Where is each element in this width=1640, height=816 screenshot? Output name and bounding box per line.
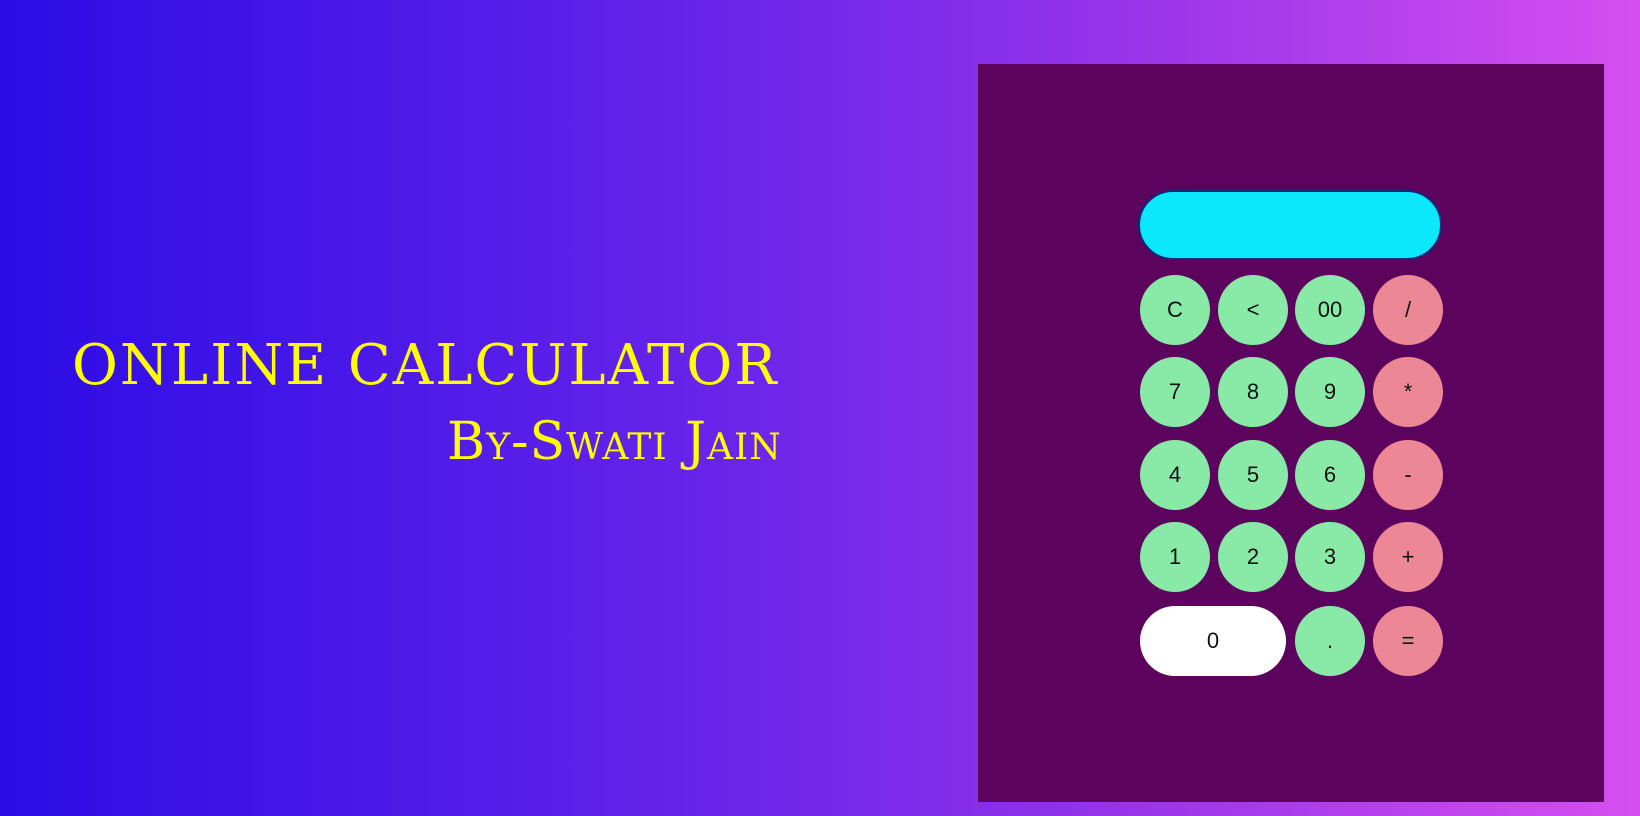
digit-0-button[interactable]: 0 bbox=[1140, 606, 1286, 676]
digit-7-button[interactable]: 7 bbox=[1140, 357, 1210, 427]
subtract-button[interactable]: - bbox=[1373, 440, 1443, 510]
hero-section: ONLINE CALCULATOR By-Swati Jain bbox=[72, 338, 892, 478]
add-button[interactable]: + bbox=[1373, 522, 1443, 592]
clear-button[interactable]: C bbox=[1140, 275, 1210, 345]
calculator-display[interactable] bbox=[1138, 190, 1442, 260]
digit-3-button[interactable]: 3 bbox=[1295, 522, 1365, 592]
digit-6-button[interactable]: 6 bbox=[1295, 440, 1365, 510]
digit-4-button[interactable]: 4 bbox=[1140, 440, 1210, 510]
multiply-button[interactable]: * bbox=[1373, 357, 1443, 427]
backspace-button[interactable]: < bbox=[1218, 275, 1288, 345]
digit-9-button[interactable]: 9 bbox=[1295, 357, 1365, 427]
digit-1-button[interactable]: 1 bbox=[1140, 522, 1210, 592]
digit-5-button[interactable]: 5 bbox=[1218, 440, 1288, 510]
calculator-panel: C < 00 / 7 8 9 * 4 5 6 - 1 2 3 + 0 . = bbox=[978, 64, 1604, 802]
page-title: ONLINE CALCULATOR bbox=[72, 333, 779, 398]
decimal-button[interactable]: . bbox=[1295, 606, 1365, 676]
author-subtitle: By-Swati Jain bbox=[447, 412, 782, 472]
divide-button[interactable]: / bbox=[1373, 275, 1443, 345]
digit-8-button[interactable]: 8 bbox=[1218, 357, 1288, 427]
equals-button[interactable]: = bbox=[1373, 606, 1443, 676]
digit-2-button[interactable]: 2 bbox=[1218, 522, 1288, 592]
double-zero-button[interactable]: 00 bbox=[1295, 275, 1365, 345]
